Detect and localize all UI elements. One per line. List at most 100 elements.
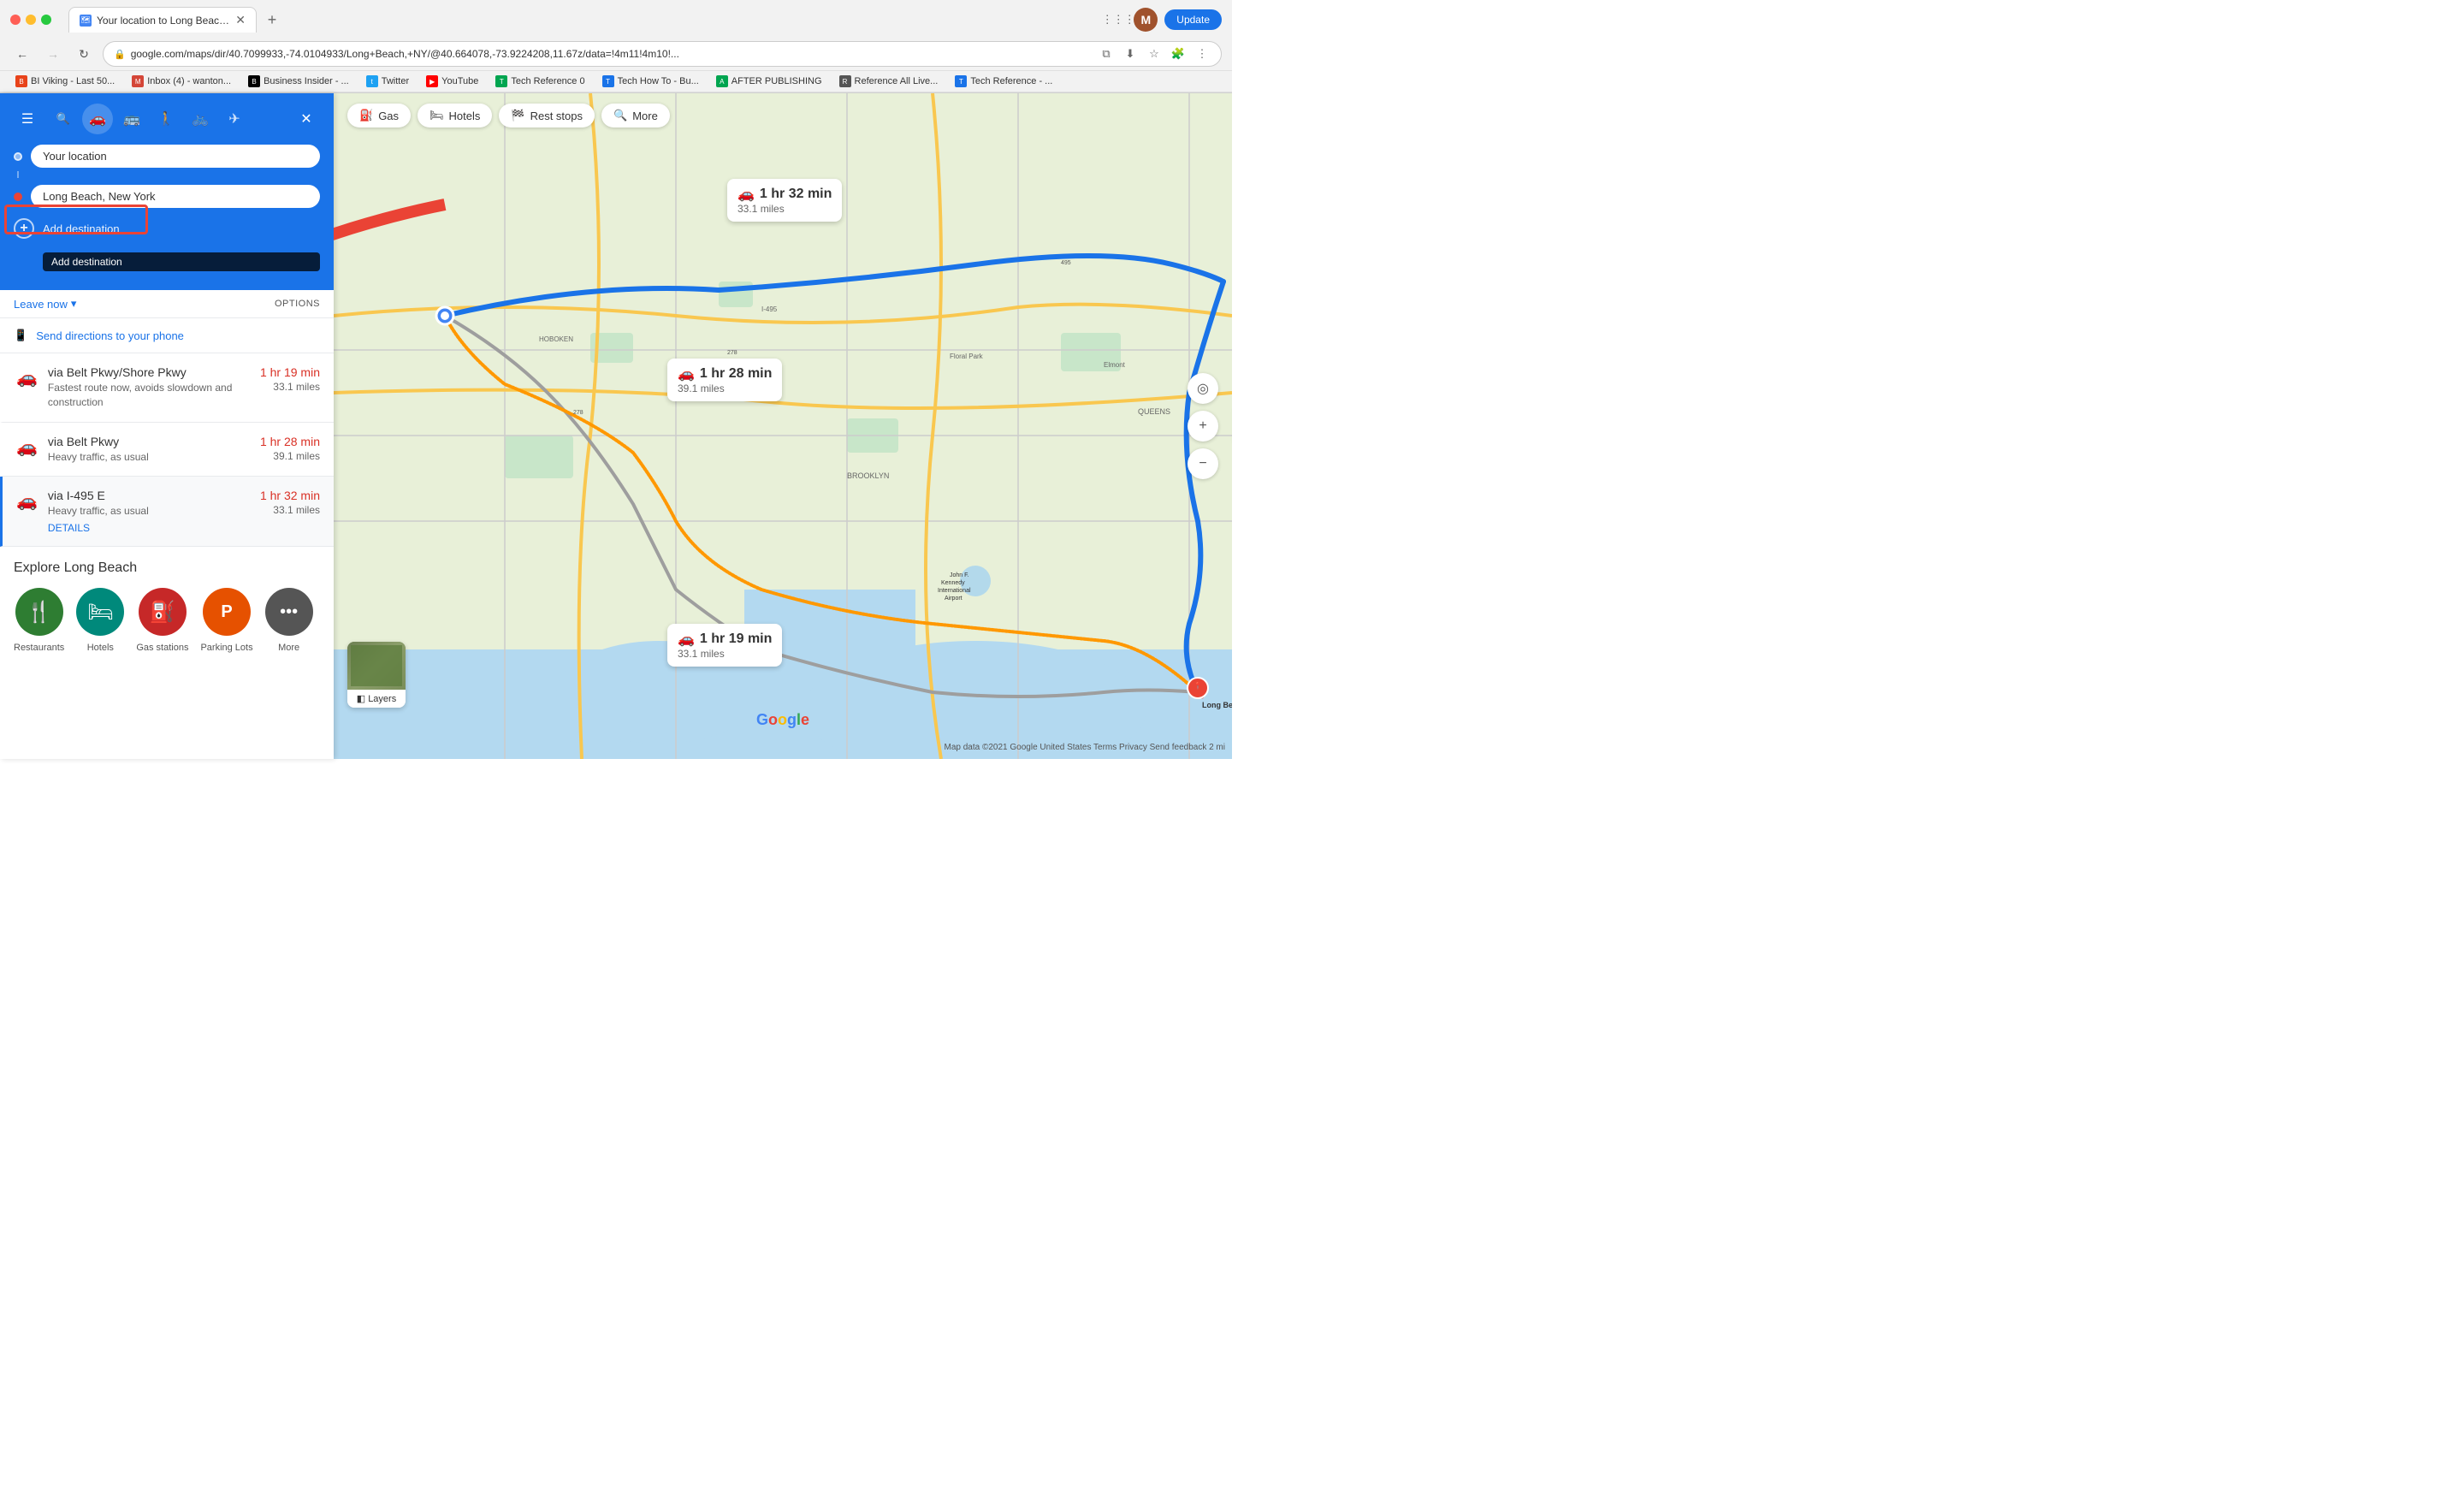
my-location-button[interactable]: ◎ bbox=[1188, 373, 1218, 404]
route-desc-2: Heavy traffic, as usual bbox=[48, 504, 250, 519]
parking-icon: P bbox=[203, 588, 251, 636]
security-icon: 🔒 bbox=[114, 49, 126, 60]
rtb-dist-0: 33.1 miles bbox=[737, 203, 832, 215]
add-destination-tooltip: Add destination bbox=[43, 252, 320, 271]
transport-transit-icon[interactable]: 🚌 bbox=[116, 104, 147, 134]
sidebar: ☰ 🔍 🚗 🚌 🚶 🚲 ✈ ✕ bbox=[0, 93, 334, 759]
bookmark-after-pub[interactable]: A AFTER PUBLISHING bbox=[711, 74, 827, 89]
extensions-icon[interactable]: ⋮⋮⋮ bbox=[1110, 11, 1127, 28]
route-time-box-1: 🚗 1 hr 28 min 39.1 miles bbox=[667, 359, 782, 401]
send-directions-button[interactable]: 📱 Send directions to your phone bbox=[0, 318, 334, 353]
leave-now-button[interactable]: Leave now ▾ bbox=[14, 297, 76, 311]
destination-row bbox=[14, 185, 320, 208]
update-button[interactable]: Update bbox=[1164, 9, 1222, 30]
zoom-out-button[interactable]: − bbox=[1188, 448, 1218, 479]
explore-section: Explore Long Beach 🍴 Restaurants 🛏 Hotel… bbox=[0, 547, 334, 667]
bookmark-youtube[interactable]: ▶ YouTube bbox=[421, 74, 483, 89]
bookmark-tech-ref2[interactable]: T Tech Reference - ... bbox=[950, 74, 1057, 89]
extensions-btn[interactable]: 🧩 bbox=[1170, 45, 1187, 62]
back-button[interactable]: ← bbox=[10, 42, 34, 66]
svg-text:📍: 📍 bbox=[1194, 681, 1202, 690]
restaurants-icon: 🍴 bbox=[15, 588, 63, 636]
explore-parking[interactable]: P Parking Lots bbox=[200, 588, 252, 653]
tab-bar: 🗺 Your location to Long Beach, N... ✕ + bbox=[58, 7, 294, 33]
maximize-window-button[interactable] bbox=[41, 15, 51, 25]
restaurants-label: Restaurants bbox=[14, 643, 64, 653]
route-inputs: + Add destination Add destination bbox=[14, 145, 320, 271]
bookmark-twitter[interactable]: t Twitter bbox=[361, 74, 414, 89]
bookmark-label: Twitter bbox=[382, 76, 409, 86]
bookmark-favicon: B bbox=[248, 75, 260, 87]
bookmark-business-insider[interactable]: B Business Insider - ... bbox=[243, 74, 354, 89]
more-chip[interactable]: 🔍 More bbox=[601, 104, 670, 127]
options-button[interactable]: OPTIONS bbox=[275, 299, 320, 309]
explore-restaurants[interactable]: 🍴 Restaurants bbox=[14, 588, 64, 653]
add-destination-row[interactable]: + Add destination bbox=[14, 215, 320, 242]
transport-bike-icon[interactable]: 🚲 bbox=[185, 104, 216, 134]
transport-walk-icon[interactable]: 🚶 bbox=[151, 104, 181, 134]
bookmark-icon[interactable]: ☆ bbox=[1146, 45, 1163, 62]
send-directions-label: Send directions to your phone bbox=[36, 329, 184, 342]
transit-walk-icon[interactable]: 🔍 bbox=[48, 104, 79, 134]
bookmark-favicon: A bbox=[716, 75, 728, 87]
tab-close-button[interactable]: ✕ bbox=[235, 13, 246, 27]
route-option-2[interactable]: 🚗 via I-495 E Heavy traffic, as usual DE… bbox=[0, 477, 334, 547]
hotels-icon: 🛏 bbox=[76, 588, 124, 636]
bookmark-bi-viking[interactable]: B BI Viking - Last 50... bbox=[10, 74, 120, 89]
more-icon[interactable]: ⋮ bbox=[1194, 45, 1211, 62]
svg-text:John F.: John F. bbox=[950, 572, 969, 578]
svg-text:Kennedy: Kennedy bbox=[941, 580, 965, 586]
car-icon: 🚗 bbox=[737, 186, 755, 203]
rest-stops-chip-icon: 🏁 bbox=[511, 109, 524, 122]
pip-icon[interactable]: ⧉ bbox=[1098, 45, 1115, 62]
transport-icons: 🔍 🚗 🚌 🚶 🚲 ✈ bbox=[48, 104, 286, 134]
menu-button[interactable]: ☰ bbox=[14, 105, 41, 133]
address-text: google.com/maps/dir/40.7099933,-74.01049… bbox=[131, 48, 1089, 60]
zoom-in-button[interactable]: + bbox=[1188, 411, 1218, 442]
rest-stops-chip[interactable]: 🏁 Rest stops bbox=[499, 104, 595, 127]
route-desc-0: Fastest route now, avoids slowdown and c… bbox=[48, 381, 250, 410]
bookmark-label: Tech How To - Bu... bbox=[618, 76, 699, 86]
explore-gas[interactable]: ⛽ Gas stations bbox=[136, 588, 188, 653]
address-bar[interactable]: 🔒 google.com/maps/dir/40.7099933,-74.010… bbox=[103, 41, 1222, 67]
bookmark-label: Tech Reference 0 bbox=[511, 76, 584, 86]
gas-icon: ⛽ bbox=[139, 588, 187, 636]
more-label: More bbox=[278, 643, 299, 653]
explore-hotels[interactable]: 🛏 Hotels bbox=[76, 588, 124, 653]
refresh-button[interactable]: ↻ bbox=[72, 42, 96, 66]
route-time-2: 1 hr 32 min bbox=[260, 489, 320, 502]
route-option-1[interactable]: 🚗 via Belt Pkwy Heavy traffic, as usual … bbox=[0, 423, 334, 477]
tab-title: Your location to Long Beach, N... bbox=[97, 15, 230, 27]
hotels-chip-label: Hotels bbox=[449, 110, 481, 122]
route-option-0[interactable]: 🚗 via Belt Pkwy/Shore Pkwy Fastest route… bbox=[0, 353, 334, 423]
svg-text:Elmont: Elmont bbox=[1104, 361, 1126, 369]
active-tab[interactable]: 🗺 Your location to Long Beach, N... ✕ bbox=[68, 7, 257, 33]
minimize-window-button[interactable] bbox=[26, 15, 36, 25]
bookmark-tech-how[interactable]: T Tech How To - Bu... bbox=[597, 74, 704, 89]
close-sidebar-button[interactable]: ✕ bbox=[293, 105, 320, 133]
transport-car-icon[interactable]: 🚗 bbox=[82, 104, 113, 134]
bookmark-inbox[interactable]: M Inbox (4) - wanton... bbox=[127, 74, 236, 89]
new-tab-button[interactable]: + bbox=[260, 8, 284, 32]
hotels-chip[interactable]: 🛏 Hotels bbox=[418, 104, 492, 127]
download-icon[interactable]: ⬇ bbox=[1122, 45, 1139, 62]
layers-label: ◧ Layers bbox=[347, 690, 406, 708]
origin-input[interactable] bbox=[31, 145, 320, 168]
car-icon-2: 🚗 bbox=[16, 490, 38, 512]
bookmark-label: Reference All Live... bbox=[855, 76, 939, 86]
rtb-dist-2: 33.1 miles bbox=[678, 648, 772, 660]
map-toolbar: ⛽ Gas 🛏 Hotels 🏁 Rest stops 🔍 More bbox=[347, 104, 670, 127]
gas-chip[interactable]: ⛽ Gas bbox=[347, 104, 411, 127]
explore-more[interactable]: ••• More bbox=[265, 588, 313, 653]
transport-plane-icon[interactable]: ✈ bbox=[219, 104, 250, 134]
forward-button[interactable]: → bbox=[41, 42, 65, 66]
route-details-link[interactable]: DETAILS bbox=[48, 522, 250, 534]
browser-chrome: 🗺 Your location to Long Beach, N... ✕ + … bbox=[0, 0, 1232, 93]
map-area[interactable]: QUEENS BROOKLYN HOBOKEN Floral Park Elmo… bbox=[334, 93, 1232, 759]
layers-button[interactable]: ◧ Layers bbox=[347, 642, 406, 708]
bookmark-tech-ref[interactable]: T Tech Reference 0 bbox=[490, 74, 589, 89]
bookmark-ref-live[interactable]: R Reference All Live... bbox=[834, 74, 944, 89]
destination-input[interactable] bbox=[31, 185, 320, 208]
profile-avatar[interactable]: M bbox=[1134, 8, 1158, 32]
close-window-button[interactable] bbox=[10, 15, 21, 25]
